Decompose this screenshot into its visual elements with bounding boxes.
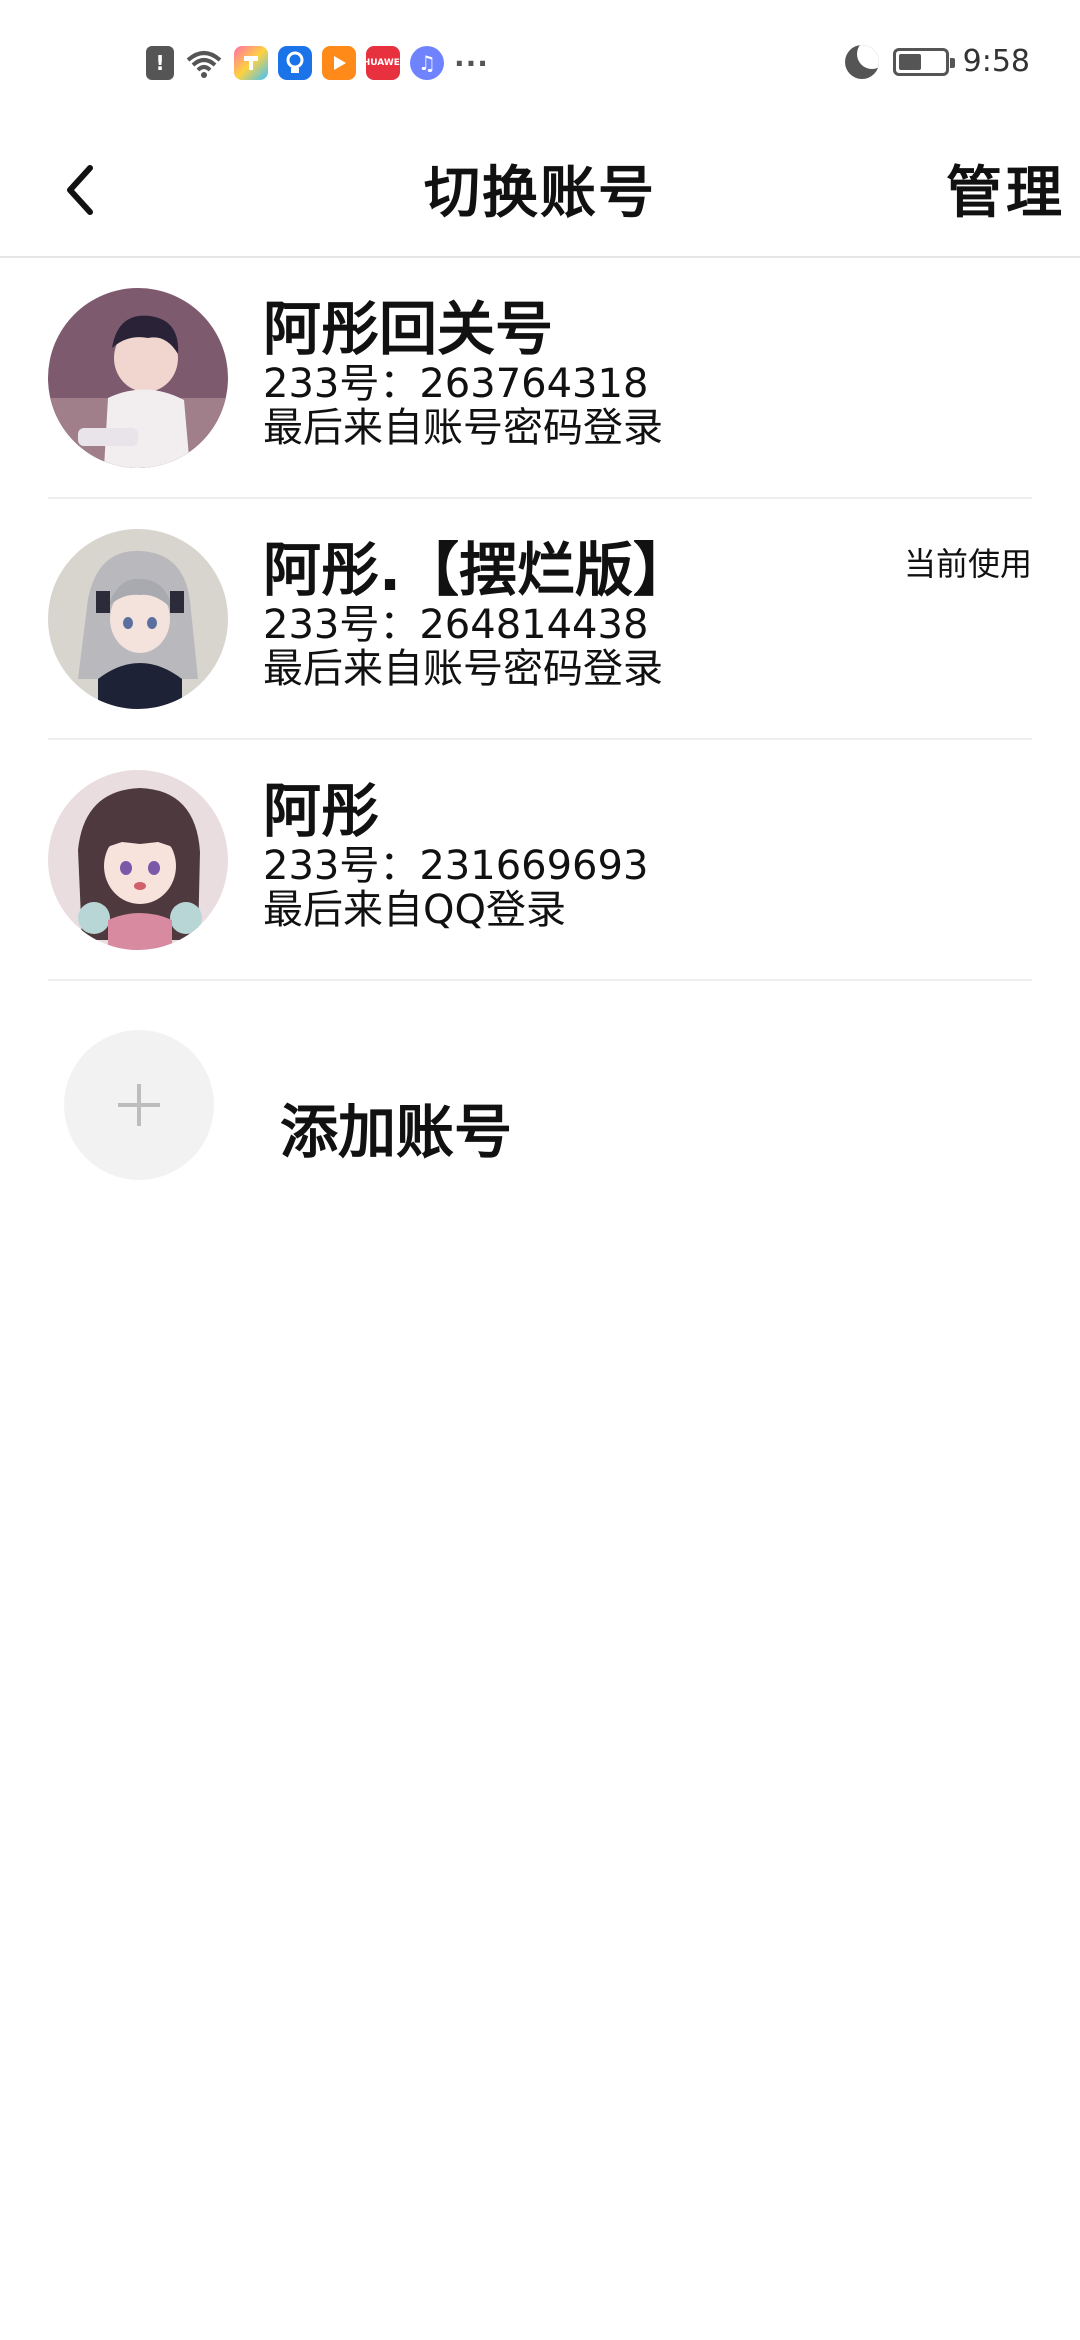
do-not-disturb-moon-icon [844,44,879,79]
add-account-label: 添加账号 [280,1098,513,1166]
huawei-app-icon: HUAWEI [363,46,403,80]
page-title: 切换账号 [424,161,656,226]
status-time: 9:58 [962,44,1030,79]
avatar [48,529,228,709]
status-bar-notifications: ! HUAWEI ♫ ··· [146,46,489,80]
account-name: 阿彤 [263,777,380,845]
account-login-source: 最后来自账号密码登录 [263,646,663,692]
account-login-source: 最后来自账号密码登录 [263,405,663,451]
music-app-icon: ♫ [410,46,444,80]
account-id: 233号：264814438 [263,602,649,648]
account-list: 阿彤回关号 233号：263764318 最后来自账号密码登录 阿彤.【摆烂版】… [48,258,1032,981]
huawei-app-label: HUAWEI [362,58,404,68]
alert-icon: ! [146,46,174,80]
account-login-source: 最后来自QQ登录 [263,887,566,933]
account-name: 阿彤.【摆烂版】 [263,536,692,604]
account-item[interactable]: 阿彤 233号：231669693 最后来自QQ登录 [48,740,1032,981]
status-bar-system: 9:58 [844,44,1030,79]
plus-icon [118,1084,160,1126]
account-name: 阿彤回关号 [263,295,554,363]
avatar [48,288,228,468]
account-item[interactable]: 阿彤回关号 233号：263764318 最后来自账号密码登录 [48,258,1032,499]
battery-charging-icon [892,47,955,76]
account-item-current[interactable]: 阿彤.【摆烂版】 233号：264814438 最后来自账号密码登录 当前使用 [48,499,1032,740]
add-account-button[interactable]: 添加账号 [48,1010,1032,1180]
account-info: 阿彤.【摆烂版】 233号：264814438 最后来自账号密码登录 [263,537,691,691]
manage-button[interactable]: 管理 [946,148,1066,229]
add-account-circle [64,1030,214,1180]
wifi-icon [184,46,224,80]
status-bar: ! HUAWEI ♫ ··· 9:58 [0,0,1080,130]
more-notifications-icon: ··· [454,46,489,80]
avatar [48,770,228,950]
current-account-badge: 当前使用 [903,545,1032,583]
lightbulb-app-icon [278,46,312,80]
app-icon [234,46,268,80]
account-info: 阿彤 233号：231669693 最后来自QQ登录 [263,778,648,932]
account-id: 233号：231669693 [263,843,649,889]
video-app-icon [322,46,356,80]
account-info: 阿彤回关号 233号：263764318 最后来自账号密码登录 [263,296,663,450]
account-id: 233号：263764318 [263,361,649,407]
header: 切换账号 管理 [0,130,1080,258]
